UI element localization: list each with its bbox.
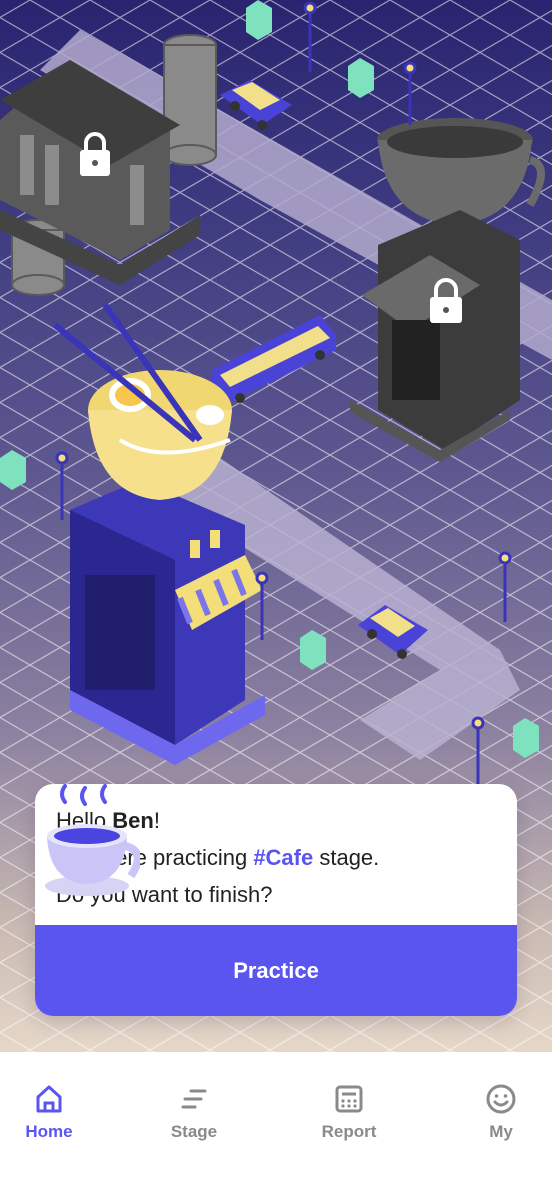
nav-home[interactable]: Home — [0, 1082, 104, 1162]
nav-my[interactable]: My — [446, 1082, 552, 1162]
nav-report[interactable]: Report — [294, 1082, 404, 1162]
stage-icon — [181, 1089, 207, 1109]
stage-tag: #Cafe — [253, 845, 314, 870]
city-map[interactable]: Hello Ben! You were practicing #Cafe sta… — [0, 0, 552, 1052]
resume-practice-card: Hello Ben! You were practicing #Cafe sta… — [35, 784, 517, 1016]
nav-stage[interactable]: Stage — [139, 1082, 249, 1162]
bottom-navigation: Home Stage Report My — [0, 1052, 552, 1194]
smiley-icon — [486, 1084, 516, 1114]
ramen-shop-building — [70, 480, 265, 765]
practice-button[interactable]: Practice — [35, 925, 517, 1016]
calculator-icon — [335, 1085, 363, 1113]
coffee-cup-icon — [45, 784, 140, 896]
home-icon — [36, 1085, 62, 1113]
